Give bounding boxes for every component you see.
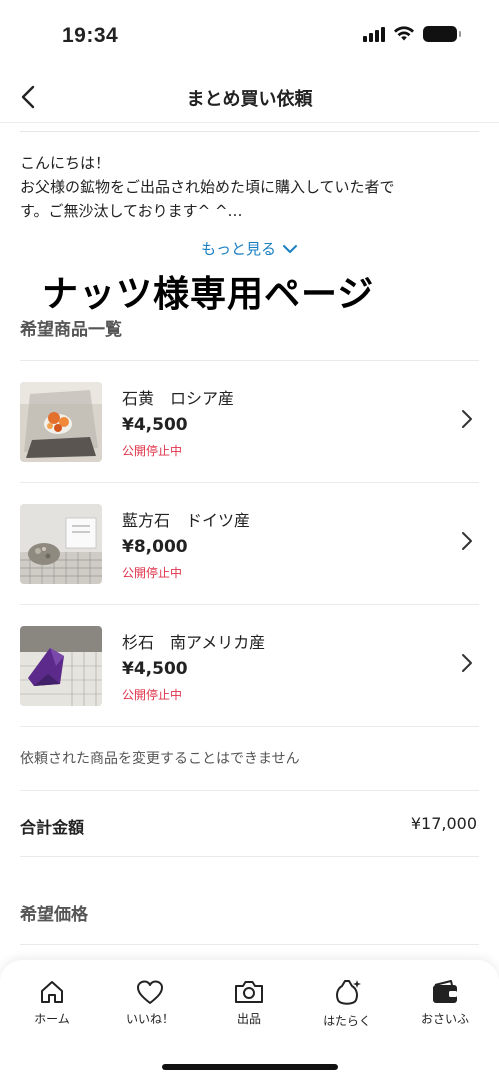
chevron-right-icon [462, 410, 472, 428]
tab-wallet[interactable]: おさいふ [405, 978, 485, 1027]
wallet-icon [433, 980, 457, 1003]
status-time: 19:34 [62, 24, 119, 47]
battery-icon [423, 26, 461, 42]
cellular-signal-icon [363, 26, 385, 42]
divider [20, 790, 479, 791]
message-line: こんにちは！ [20, 154, 111, 172]
wishlist-item[interactable]: 石黄 ロシア産 ¥4,500 公開停止中 [0, 361, 499, 483]
divider [20, 726, 479, 727]
total-label: 合計金額 [20, 818, 85, 837]
divider [20, 131, 479, 132]
home-icon [41, 981, 63, 1003]
tab-bar: ホーム いいね！ 出品 はたらく おさいふ [0, 960, 499, 1080]
tab-likes[interactable]: いいね！ [110, 978, 190, 1027]
overlay-caption: ナッツ様専用ページ [42, 274, 375, 315]
chevron-right-icon [462, 654, 472, 672]
tab-home[interactable]: ホーム [12, 978, 92, 1027]
status-bar: 19:34 [0, 0, 499, 75]
item-name: 藍方石 ドイツ産 [122, 511, 251, 530]
divider [20, 944, 479, 945]
change-note: 依頼された商品を変更することはできません [20, 751, 300, 767]
divider [20, 856, 479, 857]
home-indicator [162, 1064, 338, 1070]
chevron-right-icon [462, 532, 472, 550]
tab-label: 出品 [236, 1012, 261, 1026]
tab-label: いいね！ [125, 1012, 174, 1026]
message-line: す。ご無沙汰しております^ ^… [20, 202, 243, 220]
wishlist-item[interactable]: 藍方石 ドイツ産 ¥8,000 公開停止中 [0, 483, 499, 605]
hauyne-photo [20, 504, 102, 584]
heart-icon [137, 980, 163, 1004]
status-icons [363, 26, 461, 42]
tab-label: はたらく [323, 1014, 371, 1028]
navigation-bar: まとめ買い依頼 [0, 75, 499, 123]
item-price: ¥8,000 [122, 537, 188, 557]
tab-label: ホーム [34, 1012, 70, 1026]
desired-price-label: 希望価格 [20, 905, 88, 925]
page-title: まとめ買い依頼 [186, 89, 313, 110]
sugilite-photo [20, 626, 102, 706]
show-more-link[interactable]: もっと見る [0, 238, 499, 259]
item-price: ¥4,500 [122, 659, 188, 679]
tab-sell[interactable]: 出品 [209, 978, 289, 1027]
total-value: ¥17,000 [410, 814, 477, 833]
item-price: ¥4,500 [122, 415, 188, 435]
show-more-label: もっと見る [200, 240, 276, 258]
camera-icon [235, 981, 263, 1003]
item-name: 杉石 南アメリカ産 [122, 633, 266, 652]
chevron-down-icon [283, 244, 297, 253]
item-status: 公開停止中 [122, 688, 183, 702]
tab-work[interactable]: はたらく [307, 978, 387, 1029]
item-name: 石黄 ロシア産 [122, 389, 235, 408]
request-message: こんにちは！ お父様の鉱物をご出品され始めた頃に購入していた者で す。ご無沙汰し… [20, 151, 486, 223]
item-status: 公開停止中 [122, 566, 183, 580]
item-status: 公開停止中 [122, 444, 183, 458]
tab-label: おさいふ [420, 1012, 469, 1026]
message-line: お父様の鉱物をご出品され始めた頃に購入していた者で [20, 178, 395, 196]
wishlist-item[interactable]: 杉石 南アメリカ産 ¥4,500 公開停止中 [0, 605, 499, 727]
orpiment-photo [20, 382, 102, 462]
wishlist-title: 希望商品一覧 [20, 320, 122, 340]
wifi-icon [394, 26, 414, 41]
work-bag-icon [336, 980, 361, 1005]
